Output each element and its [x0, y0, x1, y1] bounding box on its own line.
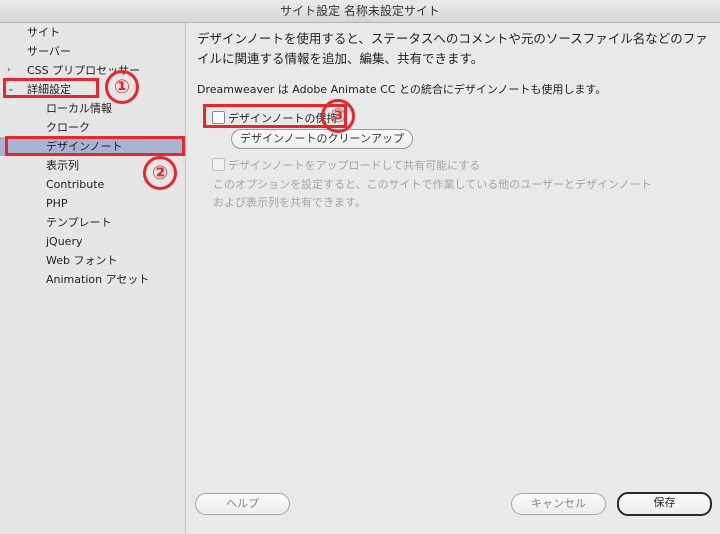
sidebar-item-label: テンプレート	[46, 216, 112, 229]
sidebar-item-label: サーバー	[27, 45, 71, 58]
sidebar-item-animation-assets[interactable]: Animation アセット	[0, 270, 185, 289]
help-button[interactable]: ヘルプ	[195, 493, 290, 515]
upload-design-notes-label: デザインノートをアップロードして共有可能にする	[228, 159, 481, 172]
sidebar-item-local-info[interactable]: ローカル情報	[0, 99, 185, 118]
clean-up-design-notes-button[interactable]: デザインノートのクリーンアップ	[231, 129, 413, 149]
design-notes-description: デザインノートを使用すると、ステータスへのコメントや元のソースファイル名などのフ…	[197, 31, 708, 66]
step-3-badge: ③	[321, 99, 355, 133]
upload-help-text-line1: このオプションを設定すると、このサイトで作業している他のユーザーとデザインノート	[213, 178, 652, 191]
sidebar-item-label: Web フォント	[46, 254, 118, 267]
sidebar-item-label: ローカル情報	[46, 102, 112, 115]
sidebar-item-label: 表示列	[46, 159, 79, 172]
sidebar-item-templates[interactable]: テンプレート	[0, 213, 185, 232]
sidebar-item-web-fonts[interactable]: Web フォント	[0, 251, 185, 270]
upload-design-notes-checkbox	[212, 158, 225, 171]
sidebar-item-server[interactable]: サーバー	[0, 42, 185, 61]
step-2-badge: ②	[143, 156, 177, 190]
sidebar-item-label: PHP	[46, 197, 68, 210]
save-button[interactable]: 保存	[617, 492, 712, 516]
design-notes-panel: デザインノートを使用すると、ステータスへのコメントや元のソースファイル名などのフ…	[186, 23, 720, 534]
highlight-box-advanced-settings	[3, 78, 99, 98]
sidebar-item-jquery[interactable]: jQuery	[0, 232, 185, 251]
sidebar-item-label: クローク	[46, 121, 90, 134]
sidebar-item-php[interactable]: PHP	[0, 194, 185, 213]
sidebar-item-site[interactable]: サイト	[0, 23, 185, 42]
cancel-button[interactable]: キャンセル	[511, 493, 606, 515]
window-title: サイト設定 名称未設定サイト	[0, 0, 720, 23]
upload-help-text-line2: および表示列を共有できます。	[213, 196, 366, 209]
step-1-badge: ①	[105, 70, 139, 104]
sidebar-item-label: Animation アセット	[46, 273, 150, 286]
sidebar-item-label: jQuery	[46, 235, 83, 248]
sidebar-item-cloaking[interactable]: クローク	[0, 118, 185, 137]
sidebar-item-label: Contribute	[46, 178, 105, 191]
sidebar-item-label: サイト	[27, 26, 60, 39]
highlight-box-design-notes	[5, 136, 185, 156]
animate-integration-note: Dreamweaver は Adobe Animate CC との統合にデザイン…	[197, 83, 607, 96]
sidebar-category-list: サイト サーバー › CSS プリプロセッサー ⌄ 詳細設定 ローカル情報 クロ…	[0, 23, 186, 534]
